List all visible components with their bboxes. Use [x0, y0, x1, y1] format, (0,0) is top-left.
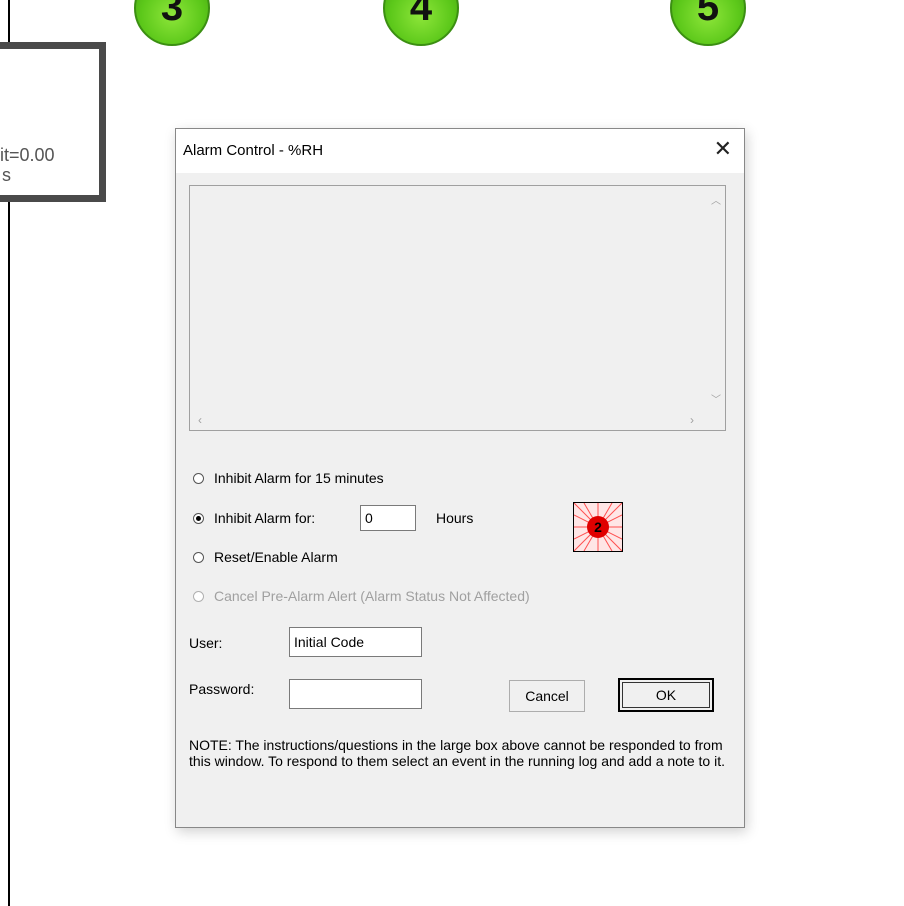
- alarm-badge-number: 2: [594, 519, 602, 535]
- radio-inhibit-15min[interactable]: Inhibit Alarm for 15 minutes: [193, 470, 384, 486]
- status-circle-5[interactable]: 5: [670, 0, 746, 46]
- circle-number: 4: [409, 0, 433, 29]
- radio-cancel-prealarm: Cancel Pre-Alarm Alert (Alarm Status Not…: [193, 588, 530, 604]
- horizontal-scrollbar[interactable]: ‹ ›: [190, 412, 708, 430]
- alarm-status-icon: 2: [573, 502, 623, 552]
- background-panel: it=0.00 s: [0, 42, 106, 202]
- hours-input[interactable]: [360, 505, 416, 531]
- ok-button[interactable]: OK: [618, 678, 714, 712]
- dialog-titlebar[interactable]: Alarm Control - %RH ✕: [176, 129, 744, 173]
- status-circle-4[interactable]: 4: [383, 0, 459, 46]
- radio-label: Cancel Pre-Alarm Alert (Alarm Status Not…: [214, 588, 530, 604]
- panel-text-line2: s: [2, 165, 11, 185]
- instructions-box[interactable]: ︿ ﹀ ‹ ›: [189, 185, 726, 431]
- radio-button[interactable]: [193, 512, 204, 524]
- radio-button: [193, 590, 204, 602]
- close-icon[interactable]: ✕: [714, 136, 732, 162]
- dialog-title: Alarm Control - %RH: [183, 142, 324, 159]
- circle-number: 3: [160, 0, 184, 29]
- circle-number: 5: [696, 0, 720, 29]
- radio-button[interactable]: [193, 551, 204, 563]
- radio-label: Inhibit Alarm for:: [214, 510, 316, 526]
- status-circle-3[interactable]: 3: [134, 0, 210, 46]
- password-label: Password:: [189, 681, 255, 697]
- radio-button[interactable]: [193, 472, 204, 484]
- user-input[interactable]: [289, 627, 422, 657]
- hours-label: Hours: [436, 510, 474, 526]
- radio-inhibit-hours[interactable]: Inhibit Alarm for:: [193, 510, 315, 526]
- scroll-down-icon[interactable]: ﹀: [711, 391, 721, 406]
- note-text: NOTE: The instructions/questions in the …: [189, 737, 725, 769]
- radio-reset-enable[interactable]: Reset/Enable Alarm: [193, 549, 338, 565]
- scroll-right-icon[interactable]: ›: [690, 413, 694, 427]
- alarm-control-dialog: Alarm Control - %RH ✕ ︿ ﹀ ‹ › Inhibit Al…: [175, 128, 745, 828]
- panel-text-line1: it=0.00: [0, 145, 55, 165]
- scroll-left-icon[interactable]: ‹: [198, 413, 202, 427]
- radio-label: Reset/Enable Alarm: [214, 549, 338, 565]
- password-input[interactable]: [289, 679, 422, 709]
- vertical-scrollbar[interactable]: ︿ ﹀: [707, 186, 725, 412]
- radio-label: Inhibit Alarm for 15 minutes: [214, 470, 384, 486]
- cancel-button[interactable]: Cancel: [509, 680, 585, 712]
- user-label: User:: [189, 635, 223, 651]
- scroll-up-icon[interactable]: ︿: [711, 192, 721, 207]
- ok-label: OK: [655, 687, 677, 703]
